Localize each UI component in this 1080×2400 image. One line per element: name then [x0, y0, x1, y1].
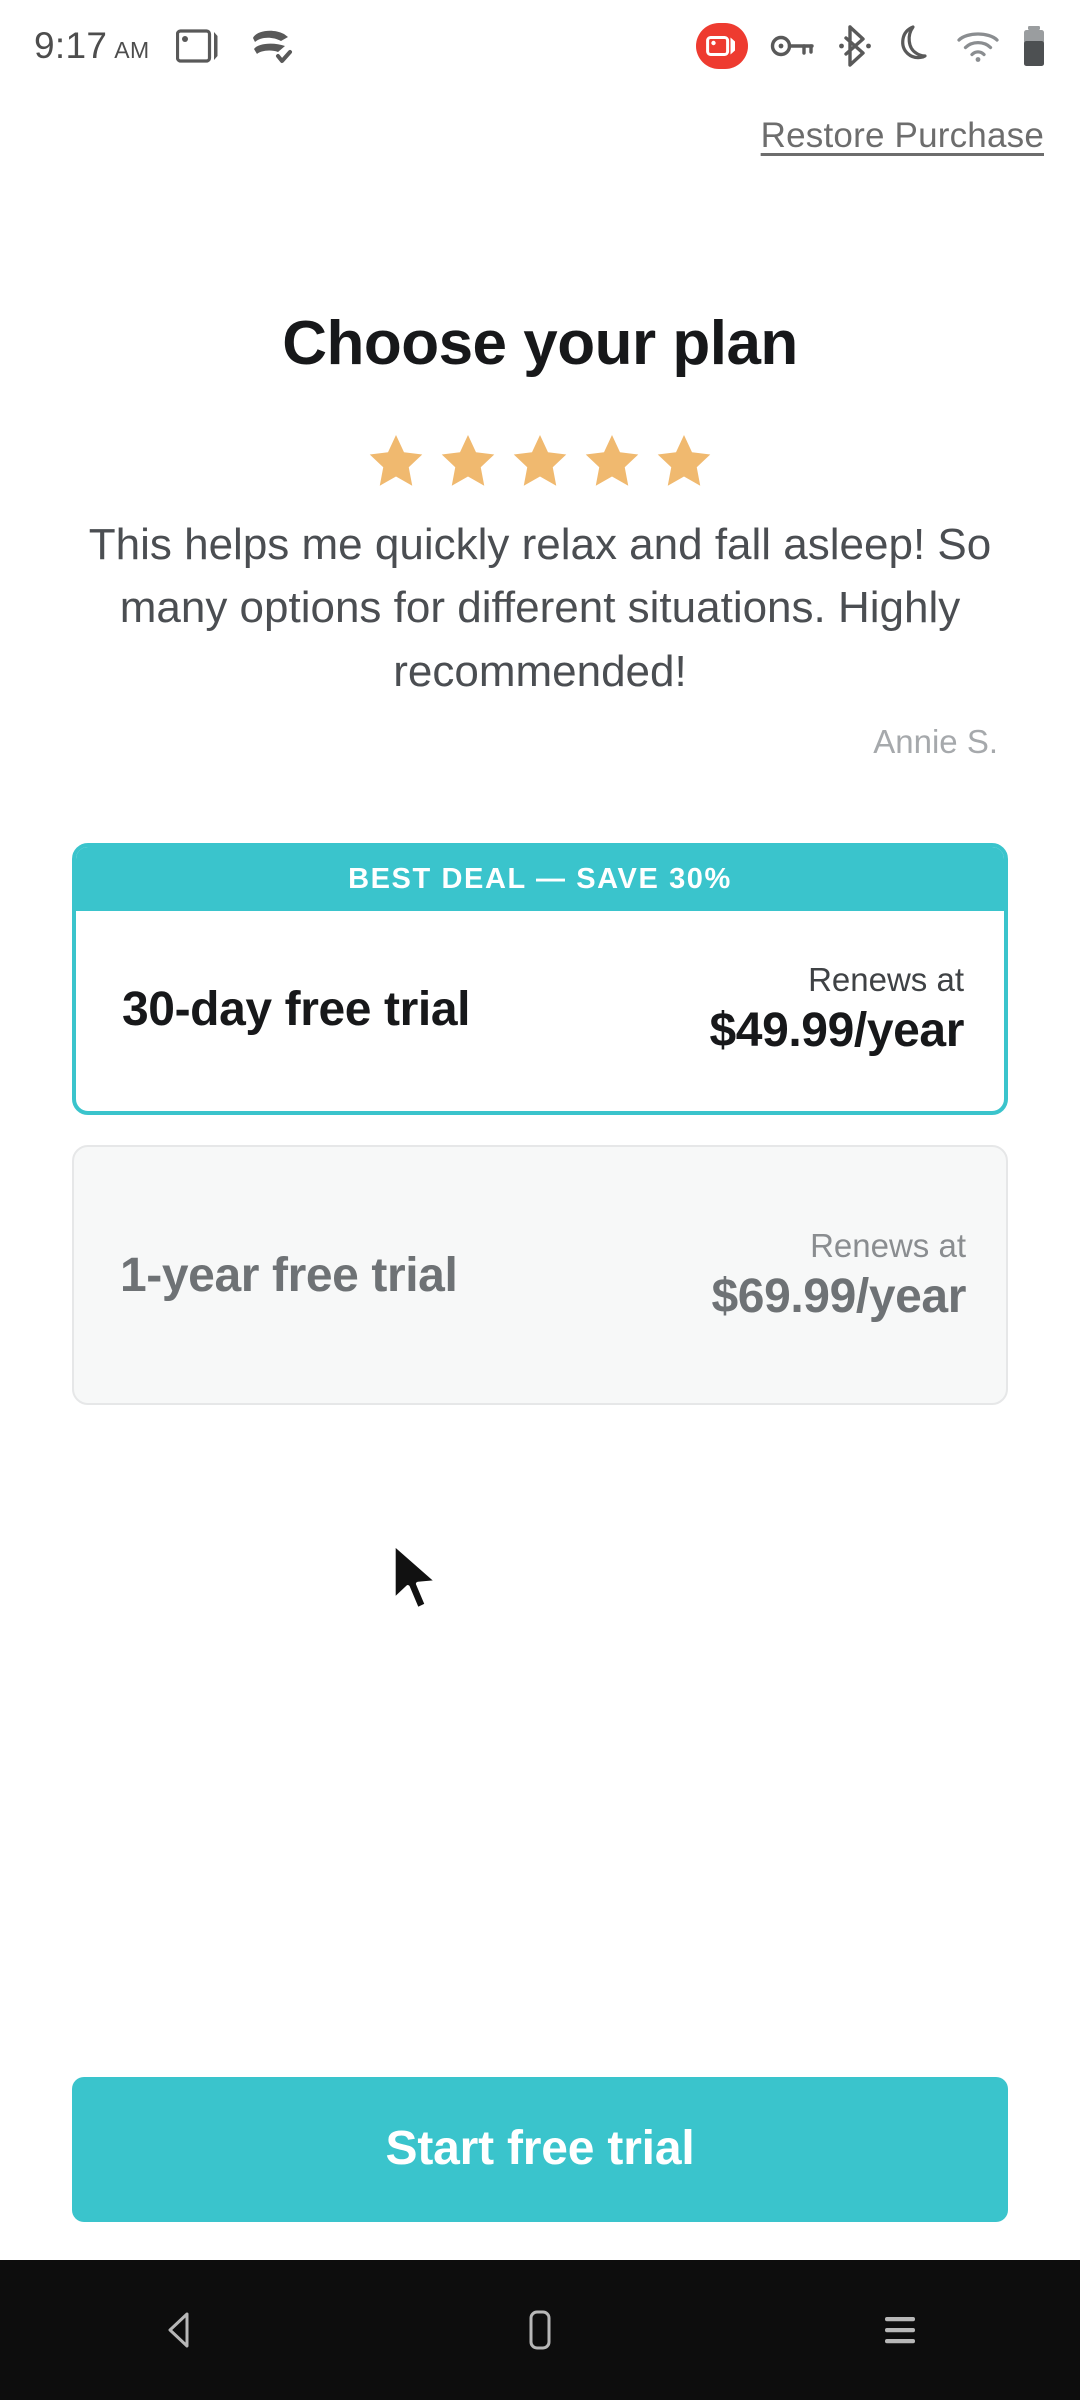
bluetooth-icon — [838, 24, 872, 68]
plan-list: BEST DEAL — SAVE 30% 30-day free trial R… — [72, 843, 1008, 1406]
star-icon-5 — [657, 435, 711, 486]
plan-price: $49.99/year — [709, 1003, 964, 1057]
status-bar-right — [696, 23, 1046, 69]
plan-card-1-year[interactable]: 1-year free trial Renews at $69.99/year — [72, 1145, 1008, 1406]
plan-name: 30-day free trial — [122, 982, 471, 1036]
plan-name: 1-year free trial — [120, 1248, 458, 1302]
plan-card-30-day[interactable]: BEST DEAL — SAVE 30% 30-day free trial R… — [72, 843, 1008, 1116]
nav-home-button[interactable] — [465, 2260, 615, 2400]
wifi-icon — [956, 29, 1000, 63]
star-icon-3 — [513, 435, 567, 486]
start-free-trial-button[interactable]: Start free trial — [72, 2077, 1008, 2222]
review-text: This helps me quickly relax and fall asl… — [88, 520, 992, 696]
page-title: Choose your plan — [282, 309, 798, 378]
battery-icon — [1022, 25, 1046, 67]
restore-purchase-row: Restore Purchase — [0, 92, 1080, 156]
star-icon-4 — [585, 435, 639, 486]
plan-body: 30-day free trial Renews at $49.99/year — [76, 911, 1004, 1111]
plan-body: 1-year free trial Renews at $69.99/year — [74, 1147, 1006, 1403]
recents-icon — [885, 2317, 915, 2344]
home-icon — [529, 2310, 551, 2350]
star-icon-2 — [441, 435, 495, 486]
app-screen: 9:17 AM Restore Purchase Choose your pla… — [0, 0, 1080, 2400]
do-not-disturb-moon-icon — [894, 24, 934, 68]
cta-container: Start free trial — [72, 2077, 1008, 2260]
restore-purchase-link[interactable]: Restore Purchase — [761, 116, 1044, 156]
vpn-key-icon — [770, 30, 816, 62]
plan-price-block: Renews at $49.99/year — [709, 961, 964, 1058]
plan-renews-label: Renews at — [810, 1226, 966, 1264]
rating-stars — [72, 431, 1008, 491]
plan-renews-label: Renews at — [808, 960, 964, 998]
android-nav-bar — [0, 2260, 1080, 2400]
clock-time: 9:17 — [34, 25, 108, 66]
data-saver-icon — [248, 25, 294, 67]
back-icon — [168, 2312, 189, 2348]
review-author: Annie S. — [873, 723, 998, 761]
star-icon-1 — [369, 435, 423, 486]
plan-price-block: Renews at $69.99/year — [711, 1227, 966, 1324]
status-bar-left: 9:17 AM — [34, 25, 294, 67]
clock-meridiem: AM — [114, 37, 150, 63]
nav-recents-button[interactable] — [825, 2260, 975, 2400]
screen-recording-icon — [696, 23, 748, 69]
screen-cast-icon — [175, 27, 222, 67]
plan-badge-best-deal: BEST DEAL — SAVE 30% — [76, 847, 1004, 912]
status-clock: 9:17 AM — [34, 25, 150, 67]
plan-price: $69.99/year — [711, 1269, 966, 1323]
main-content: Choose your plan This helps me quickly r… — [0, 156, 1080, 2260]
nav-back-button[interactable] — [105, 2260, 255, 2400]
status-bar: 9:17 AM — [0, 0, 1080, 92]
